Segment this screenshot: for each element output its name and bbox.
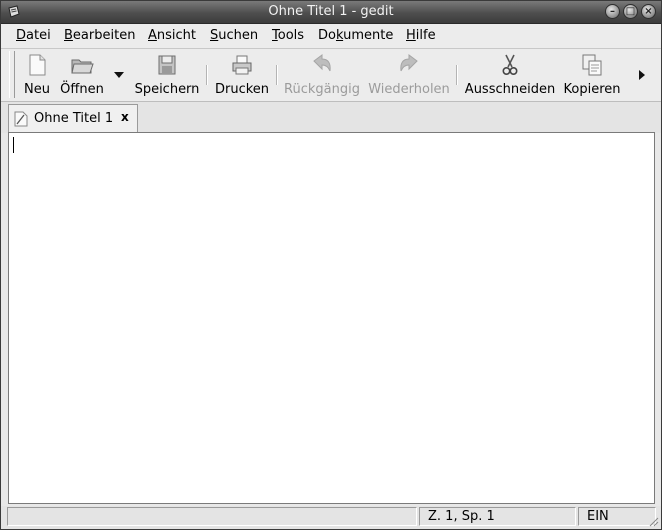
cut-button[interactable]: Ausschneiden xyxy=(462,49,558,101)
menu-suchen[interactable]: Suchen xyxy=(210,28,258,43)
undo-button[interactable]: Rückgängig xyxy=(282,49,362,101)
close-window-button[interactable]: × xyxy=(641,4,656,19)
copy-label: Kopieren xyxy=(563,82,621,97)
resize-grip-icon[interactable] xyxy=(647,515,659,527)
redo-label: Wiederholen xyxy=(368,82,450,97)
new-label: Neu xyxy=(24,82,50,97)
menu-label: nsicht xyxy=(156,28,197,43)
toolbar-separator xyxy=(276,65,278,85)
tab-ohne-titel-1[interactable]: Ohne Titel 1 x xyxy=(8,104,138,133)
cursor-position: Z. 1, Sp. 1 xyxy=(419,507,576,526)
mnemonic: D xyxy=(16,28,27,43)
document-tabs: Ohne Titel 1 x xyxy=(1,102,661,133)
close-icon: × xyxy=(644,6,653,17)
menu-ansicht[interactable]: Ansicht xyxy=(148,28,196,43)
copy-button[interactable]: Kopieren xyxy=(562,49,622,101)
undo-icon xyxy=(310,53,334,77)
mnemonic: H xyxy=(406,28,416,43)
text-editor[interactable] xyxy=(8,132,655,504)
mnemonic: B xyxy=(64,28,73,43)
open-button[interactable]: Öffnen xyxy=(57,49,107,101)
menu-dokumente[interactable]: Dokumente xyxy=(318,28,393,43)
maximize-icon: □ xyxy=(625,6,636,17)
toolbar-overflow-icon[interactable] xyxy=(639,70,645,80)
printer-icon xyxy=(230,53,254,77)
text-document-icon xyxy=(14,111,28,127)
status-message xyxy=(7,507,417,526)
menu-label-pre: Do xyxy=(318,28,336,43)
new-button[interactable]: Neu xyxy=(19,49,55,101)
toolbar-separator xyxy=(206,65,208,85)
folder-icon xyxy=(70,53,94,77)
minimize-icon: – xyxy=(610,6,615,17)
title-bar[interactable]: Ohne Titel 1 - gedit – □ × xyxy=(1,1,661,24)
menu-label: earbeiten xyxy=(72,28,136,43)
floppy-icon xyxy=(155,53,179,77)
open-label: Öffnen xyxy=(60,82,104,97)
print-label: Drucken xyxy=(214,82,270,97)
menu-bar: Datei Bearbeiten Ansicht Suchen Tools Do… xyxy=(1,24,661,49)
minimize-button[interactable]: – xyxy=(605,4,620,19)
toolbar-grip[interactable] xyxy=(9,51,15,98)
menu-label: ilfe xyxy=(415,28,436,43)
undo-label: Rückgängig xyxy=(284,82,360,97)
toolbar-separator xyxy=(456,65,458,85)
menu-hilfe[interactable]: Hilfe xyxy=(406,28,436,43)
cut-label: Ausschneiden xyxy=(464,82,556,97)
toolbar: Neu Öffnen Speichern Drucken Rückgängig … xyxy=(1,49,661,102)
maximize-button[interactable]: □ xyxy=(623,4,638,19)
menu-bearbeiten[interactable]: Bearbeiten xyxy=(64,28,135,43)
window-title: Ohne Titel 1 - gedit xyxy=(268,4,394,19)
status-bar: Z. 1, Sp. 1 EIN xyxy=(1,506,661,529)
save-button[interactable]: Speichern xyxy=(132,49,202,101)
tab-label: Ohne Titel 1 xyxy=(34,111,114,126)
save-label: Speichern xyxy=(134,82,200,97)
menu-datei[interactable]: Datei xyxy=(16,28,51,43)
gedit-window: Ohne Titel 1 - gedit – □ × Datei Bearbei… xyxy=(0,0,662,530)
menu-label: uchen xyxy=(218,28,259,43)
scissors-icon xyxy=(498,53,522,77)
redo-icon xyxy=(397,53,421,77)
tab-close-button[interactable]: x xyxy=(121,110,129,124)
new-document-icon xyxy=(25,53,49,77)
insert-mode: EIN xyxy=(578,507,656,526)
menu-tools[interactable]: Tools xyxy=(272,28,304,43)
menu-label: atei xyxy=(26,28,51,43)
copy-icon xyxy=(580,53,604,77)
chevron-down-icon[interactable] xyxy=(114,72,124,78)
mnemonic: A xyxy=(148,28,157,43)
text-cursor xyxy=(13,137,14,153)
menu-label: ools xyxy=(277,28,305,43)
print-button[interactable]: Drucken xyxy=(212,49,272,101)
redo-button[interactable]: Wiederholen xyxy=(366,49,452,101)
menu-label: umente xyxy=(343,28,394,43)
